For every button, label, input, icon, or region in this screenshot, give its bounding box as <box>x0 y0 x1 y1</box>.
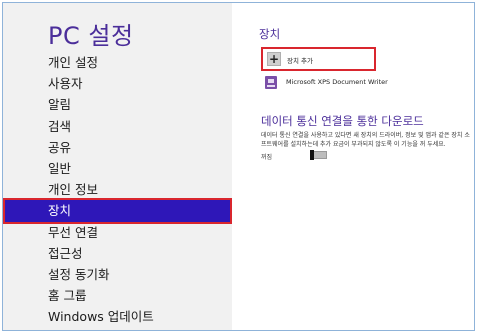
device-name: Microsoft XPS Document Writer <box>286 78 388 86</box>
sidebar-item-personalize[interactable]: 개인 설정 <box>3 52 232 73</box>
toggle-state-label: 꺼짐 <box>261 154 273 161</box>
metered-download-title: 데이터 통신 연결을 통한 다운로드 <box>261 114 424 128</box>
sidebar-item-homegroup[interactable]: 홈 그룹 <box>3 285 232 306</box>
sidebar-item-privacy[interactable]: 개인 정보 <box>3 179 232 200</box>
sidebar: PC 설정 개인 설정 사용자 알림 검색 공유 일반 개인 정보 장치 무선 … <box>3 3 232 330</box>
metered-download-description: 데이터 통신 연결을 사용하고 있다면 새 장치의 드라이버, 정보 및 앱과 … <box>261 132 470 148</box>
plus-icon: + <box>267 52 281 66</box>
sidebar-item-search[interactable]: 검색 <box>3 116 232 137</box>
sidebar-item-share[interactable]: 공유 <box>3 137 232 158</box>
sidebar-item-windows-update[interactable]: Windows 업데이트 <box>3 306 232 327</box>
toggle-thumb[interactable] <box>310 150 314 160</box>
sidebar-item-general[interactable]: 일반 <box>3 158 232 179</box>
sidebar-item-notifications[interactable]: 알림 <box>3 94 232 115</box>
app-title: PC 설정 <box>48 22 134 50</box>
sidebar-item-ease-of-access[interactable]: 접근성 <box>3 243 232 264</box>
main-content: 장치 + 장치 추가 Microsoft XPS Document Writer… <box>232 3 472 330</box>
sidebar-item-sync-settings[interactable]: 설정 동기화 <box>3 264 232 285</box>
add-device-button[interactable]: + 장치 추가 <box>261 47 376 71</box>
devices-section-title: 장치 <box>259 27 281 41</box>
sidebar-item-wireless[interactable]: 무선 연결 <box>3 222 232 243</box>
sidebar-item-devices[interactable]: 장치 <box>3 198 232 224</box>
printer-icon <box>265 76 277 89</box>
metered-download-toggle[interactable] <box>310 150 327 160</box>
sidebar-item-users[interactable]: 사용자 <box>3 73 232 94</box>
add-device-label: 장치 추가 <box>287 57 313 65</box>
sidebar-nav: 개인 설정 사용자 알림 검색 공유 일반 개인 정보 장치 무선 연결 접근성… <box>3 52 232 327</box>
